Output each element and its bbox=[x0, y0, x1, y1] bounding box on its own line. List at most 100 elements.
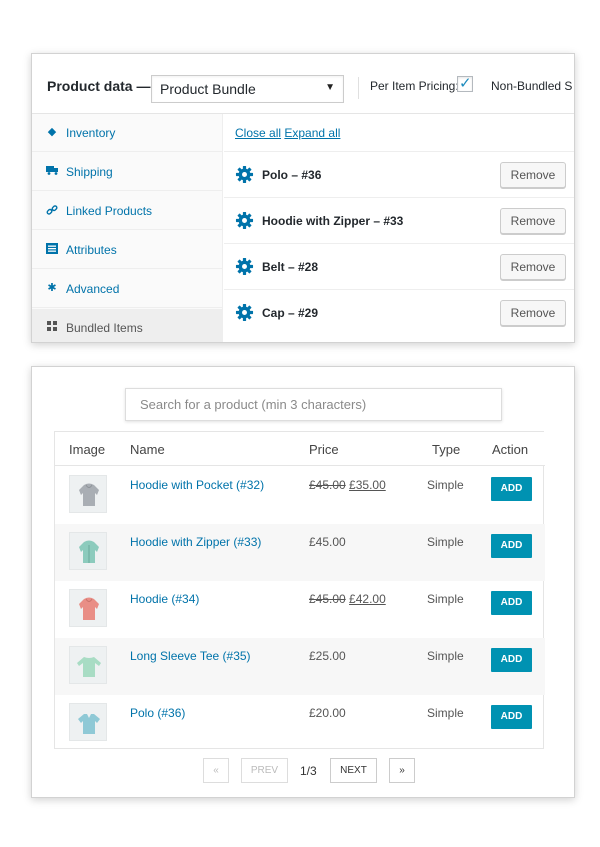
table-row: Hoodie with Zipper (#33) £45.00 Simple A… bbox=[55, 524, 545, 581]
add-button[interactable]: ADD bbox=[491, 534, 532, 558]
tab-label: Shipping bbox=[66, 165, 113, 179]
table-row: Long Sleeve Tee (#35) £25.00 Simple ADD bbox=[55, 638, 545, 695]
bundled-item-name: Cap – #29 bbox=[262, 306, 319, 320]
product-name-link[interactable]: Hoodie with Pocket (#32) bbox=[130, 478, 264, 492]
page-indicator: 1/3 bbox=[300, 764, 317, 778]
product-price: £25.00 bbox=[309, 649, 346, 663]
product-thumbnail[interactable] bbox=[69, 703, 107, 741]
remove-button[interactable]: Remove bbox=[500, 300, 566, 326]
tab-linked-products[interactable]: Linked Products bbox=[32, 192, 223, 230]
grid-icon bbox=[46, 321, 58, 333]
first-page-button[interactable]: « bbox=[203, 758, 229, 783]
gear-icon[interactable] bbox=[235, 165, 254, 184]
product-price: £20.00 bbox=[309, 706, 346, 720]
tab-attributes[interactable]: Attributes bbox=[32, 231, 223, 269]
column-header-image: Image bbox=[69, 442, 106, 457]
bundled-item-row: Hoodie with Zipper – #33 Remove bbox=[224, 197, 574, 243]
close-all-link[interactable]: Close all bbox=[235, 126, 281, 140]
product-price: £45.00 bbox=[309, 535, 346, 549]
product-type-value: Product Bundle bbox=[160, 81, 256, 97]
product-data-header: Product data — Product Bundle ▼ Per Item… bbox=[32, 54, 574, 114]
polo-icon bbox=[78, 714, 100, 734]
tab-advanced[interactable]: ✱ Advanced bbox=[32, 270, 223, 308]
product-type: Simple bbox=[427, 706, 464, 720]
tab-label: Linked Products bbox=[66, 204, 153, 218]
list-icon bbox=[46, 243, 58, 255]
header-divider bbox=[358, 77, 359, 99]
bundled-items-panel: Close all Expand all Polo – #36 Remove H… bbox=[224, 114, 574, 342]
product-table: Image Name Price Type Action Hoodie with… bbox=[54, 431, 545, 752]
add-button[interactable]: ADD bbox=[491, 591, 532, 615]
product-type: Simple bbox=[427, 478, 464, 492]
link-icon bbox=[46, 204, 58, 216]
tab-shipping[interactable]: Shipping bbox=[32, 153, 223, 191]
product-name-link[interactable]: Long Sleeve Tee (#35) bbox=[130, 649, 251, 663]
add-button[interactable]: ADD bbox=[491, 477, 532, 501]
tab-bundled-items[interactable]: Bundled Items bbox=[32, 309, 223, 342]
product-thumbnail[interactable] bbox=[69, 589, 107, 627]
table-row: Polo (#36) £20.00 Simple ADD bbox=[55, 695, 545, 752]
product-name-link[interactable]: Polo (#36) bbox=[130, 706, 185, 720]
bundle-toolbar: Close all Expand all bbox=[235, 126, 340, 140]
bundled-item-row: Cap – #29 Remove bbox=[224, 289, 574, 335]
gear-icon[interactable] bbox=[235, 211, 254, 230]
bundled-item-name: Belt – #28 bbox=[262, 260, 319, 274]
product-search-panel: Image Name Price Type Action Hoodie with… bbox=[31, 366, 575, 798]
product-search-box[interactable] bbox=[125, 388, 502, 421]
hoodie-icon bbox=[79, 483, 99, 506]
prev-page-button[interactable]: PREV bbox=[241, 758, 288, 783]
per-item-pricing-checkbox[interactable]: ✓ bbox=[457, 75, 473, 92]
tab-label: Attributes bbox=[66, 243, 117, 257]
tab-label: Advanced bbox=[66, 282, 120, 296]
product-thumbnail[interactable] bbox=[69, 475, 107, 513]
tag-icon: ◆ bbox=[47, 126, 57, 138]
product-thumbnail[interactable] bbox=[69, 646, 107, 684]
table-header: Image Name Price Type Action bbox=[55, 432, 545, 466]
long-sleeve-tee-icon bbox=[77, 657, 101, 677]
regular-price: £45.00 bbox=[309, 478, 346, 492]
hoodie-icon bbox=[79, 540, 99, 563]
product-price: £45.00 £35.00 bbox=[309, 478, 386, 492]
product-type: Simple bbox=[427, 592, 464, 606]
bundled-item-row: Belt – #28 Remove bbox=[224, 243, 574, 289]
remove-button[interactable]: Remove bbox=[500, 254, 566, 280]
tab-label: Inventory bbox=[66, 126, 116, 140]
product-data-panel: Product data — Product Bundle ▼ Per Item… bbox=[31, 53, 575, 343]
regular-price: £45.00 bbox=[309, 592, 346, 606]
tab-label: Bundled Items bbox=[66, 321, 143, 335]
product-name-link[interactable]: Hoodie (#34) bbox=[130, 592, 199, 606]
column-header-name: Name bbox=[130, 442, 165, 457]
product-type: Simple bbox=[427, 649, 464, 663]
product-data-title: Product data — bbox=[47, 78, 151, 94]
table-row: Hoodie (#34) £45.00 £42.00 Simple ADD bbox=[55, 581, 545, 638]
product-type: Simple bbox=[427, 535, 464, 549]
sale-price: £35.00 bbox=[349, 478, 386, 492]
product-type-select[interactable]: Product Bundle ▼ bbox=[151, 75, 344, 103]
non-bundled-label: Non-Bundled S bbox=[491, 79, 573, 93]
product-name-link[interactable]: Hoodie with Zipper (#33) bbox=[130, 535, 261, 549]
expand-all-link[interactable]: Expand all bbox=[284, 126, 340, 140]
add-button[interactable]: ADD bbox=[491, 705, 532, 729]
add-button[interactable]: ADD bbox=[491, 648, 532, 672]
product-data-tabs: ◆ Inventory Shipping Linked Products Att… bbox=[32, 114, 223, 342]
search-input[interactable] bbox=[140, 397, 487, 412]
gear-icon[interactable] bbox=[235, 303, 254, 322]
chevron-down-icon: ▼ bbox=[325, 82, 335, 93]
checkmark-icon: ✓ bbox=[459, 75, 472, 92]
bundled-item-name: Polo – #36 bbox=[262, 168, 322, 182]
hoodie-icon bbox=[79, 597, 99, 620]
remove-button[interactable]: Remove bbox=[500, 208, 566, 234]
sale-price: £42.00 bbox=[349, 592, 386, 606]
next-page-button[interactable]: NEXT bbox=[330, 758, 377, 783]
last-page-button[interactable]: » bbox=[389, 758, 415, 783]
product-thumbnail[interactable] bbox=[69, 532, 107, 570]
gear-icon[interactable] bbox=[235, 257, 254, 276]
truck-icon bbox=[46, 165, 58, 177]
table-row: Hoodie with Pocket (#32) £45.00 £35.00 S… bbox=[55, 467, 545, 524]
product-price: £45.00 £42.00 bbox=[309, 592, 386, 606]
remove-button[interactable]: Remove bbox=[500, 162, 566, 188]
per-item-pricing-label: Per Item Pricing: bbox=[370, 79, 459, 93]
gear-icon: ✱ bbox=[47, 282, 57, 294]
tab-inventory[interactable]: ◆ Inventory bbox=[32, 114, 223, 152]
column-header-type: Type bbox=[432, 442, 461, 457]
